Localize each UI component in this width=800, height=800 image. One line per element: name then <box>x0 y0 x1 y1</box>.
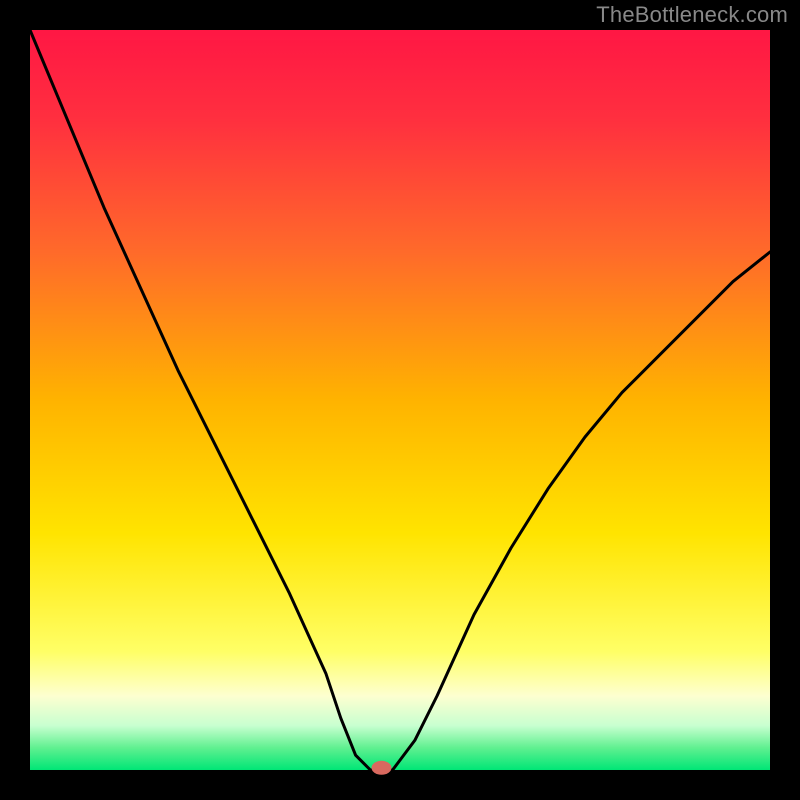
chart-stage: TheBottleneck.com <box>0 0 800 800</box>
bottleneck-chart <box>0 0 800 800</box>
plot-area <box>30 30 770 770</box>
watermark-text: TheBottleneck.com <box>596 2 788 28</box>
optimum-marker <box>372 761 392 775</box>
